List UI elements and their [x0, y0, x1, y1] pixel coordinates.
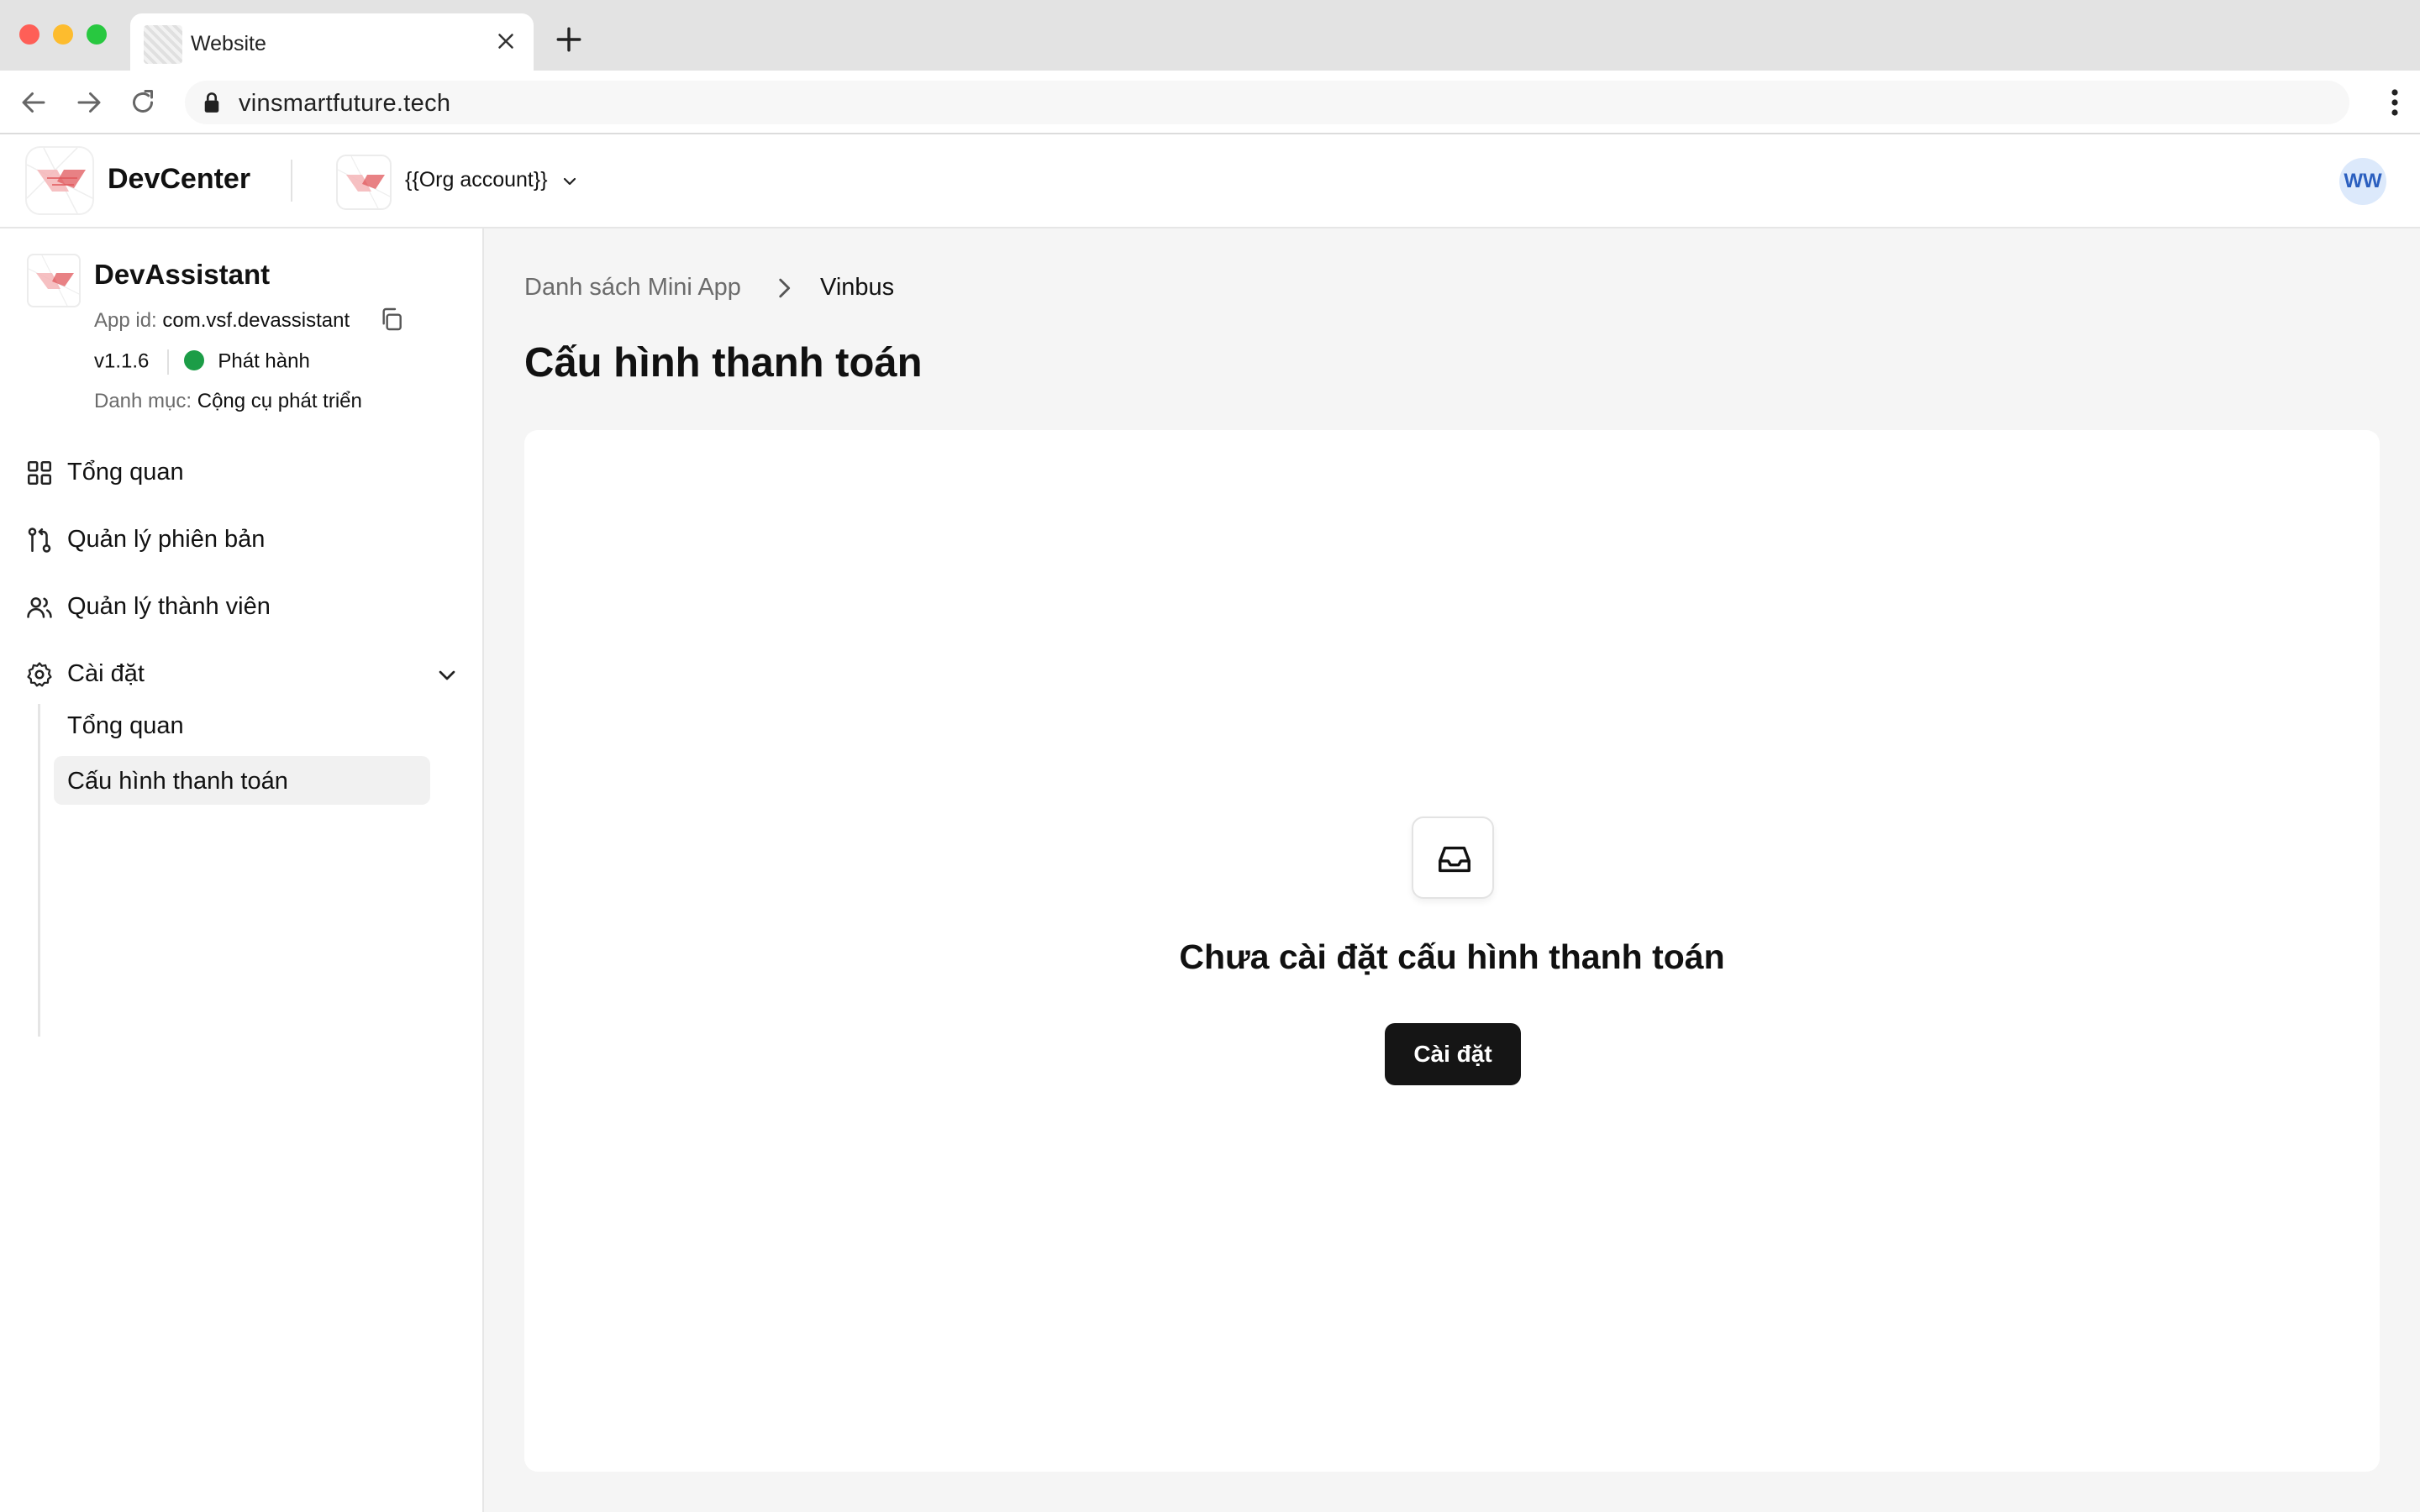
forward-arrow-icon[interactable] [74, 87, 104, 118]
breadcrumb-current: Vinbus [820, 274, 895, 301]
users-icon [27, 597, 52, 618]
reload-icon[interactable] [128, 87, 158, 118]
close-tab-icon[interactable] [493, 29, 518, 54]
version-row: v1.1.6 Phát hành [94, 349, 310, 375]
browser-tab-bar: Website [0, 0, 2420, 71]
org-logo-icon[interactable] [336, 155, 392, 210]
status-text: Phát hành [218, 349, 310, 373]
chevron-right-icon [779, 278, 791, 298]
empty-state-message: Chưa cài đặt cấu hình thanh toán [1179, 937, 1725, 976]
sidebar-item-versions[interactable]: Quản lý phiên bản [25, 514, 462, 561]
subnav-guide-line [38, 704, 40, 1037]
sidebar-item-settings[interactable]: Cài đặt [25, 648, 462, 696]
sidebar-item-label: Quản lý phiên bản [67, 526, 266, 553]
version-text: v1.1.6 [94, 349, 150, 373]
sidebar-subitem-overview[interactable]: Tổng quan [54, 701, 430, 749]
grid-icon [27, 460, 52, 486]
close-window-button[interactable] [19, 24, 39, 45]
setup-button[interactable]: Cài đặt [1385, 1023, 1521, 1085]
header-divider [291, 160, 292, 202]
url-field[interactable]: vinsmartfuture.tech [185, 81, 2349, 124]
sidebar-item-label: Quản lý thành viên [67, 593, 271, 620]
back-arrow-icon[interactable] [18, 87, 49, 118]
category-label: Danh mục: [94, 390, 192, 412]
empty-state-icon-box [1412, 816, 1494, 899]
version-divider [167, 349, 170, 375]
devcenter-logo-icon[interactable] [25, 146, 94, 215]
chevron-down-icon[interactable] [560, 171, 580, 192]
browser-menu-icon[interactable] [2388, 87, 2402, 118]
sidebar-subitem-label: Cấu hình thanh toán [67, 768, 288, 795]
sidebar-item-label: Tổng quan [67, 459, 184, 486]
app-header: DevCenter {{Org account}} WW [0, 134, 2420, 228]
app-id-label: App id: [94, 309, 157, 332]
app-logo-icon [27, 254, 81, 307]
gear-icon [27, 662, 52, 687]
sidebar-item-members[interactable]: Quản lý thành viên [25, 581, 462, 628]
minimize-window-button[interactable] [53, 24, 73, 45]
sidebar-subitem-label: Tổng quan [67, 712, 184, 739]
chevron-down-icon[interactable] [434, 662, 460, 689]
copy-icon[interactable] [378, 306, 405, 333]
url-text: vinsmartfuture.tech [239, 90, 451, 117]
browser-tab[interactable]: Website [130, 13, 534, 71]
empty-state-card: Chưa cài đặt cấu hình thanh toán Cài đặt [524, 430, 2380, 1472]
category-row: Danh mục: Cộng cụ phát triển [94, 390, 362, 413]
user-avatar[interactable]: WW [2339, 158, 2386, 205]
browser-address-bar: vinsmartfuture.tech [0, 71, 2420, 134]
sidebar-item-label: Cài đặt [67, 660, 145, 687]
sidebar-item-overview[interactable]: Tổng quan [25, 447, 462, 494]
inbox-icon [1439, 846, 1470, 873]
maximize-window-button[interactable] [87, 24, 107, 45]
brand-name: DevCenter [108, 163, 251, 195]
new-tab-icon[interactable] [555, 25, 583, 54]
lock-icon [204, 92, 219, 113]
favicon-icon [144, 25, 182, 64]
status-dot-icon [184, 350, 205, 370]
app-id-value: com.vsf.devassistant [162, 309, 350, 332]
page-title: Cấu hình thanh toán [524, 340, 923, 386]
category-value: Cộng cụ phát triển [197, 390, 362, 412]
org-account-selector[interactable]: {{Org account}} [405, 168, 548, 192]
sidebar-subitem-payment-config[interactable]: Cấu hình thanh toán [54, 756, 430, 805]
breadcrumb-mini-app-list[interactable]: Danh sách Mini App [524, 274, 741, 302]
sidebar: DevAssistant App id: com.vsf.devassistan… [0, 228, 484, 1512]
git-branch-icon [28, 528, 51, 553]
tab-title: Website [191, 32, 266, 55]
app-id-row: App id: com.vsf.devassistant [94, 307, 402, 333]
app-name: DevAssistant [94, 259, 271, 290]
